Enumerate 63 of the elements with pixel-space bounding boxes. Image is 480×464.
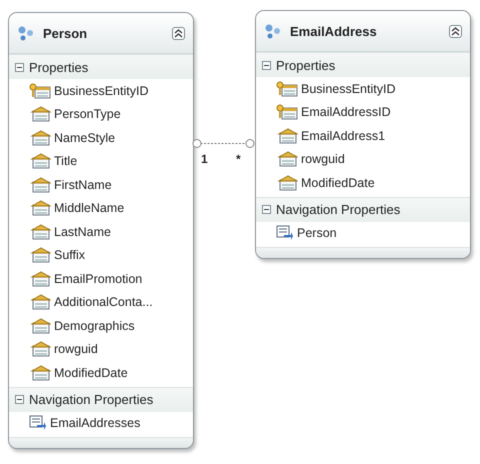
multiplicity-label: 1	[201, 152, 208, 166]
entity-icon	[17, 25, 35, 41]
section-toggle[interactable]	[262, 60, 271, 70]
association-line[interactable]	[192, 138, 256, 149]
entity-icon	[264, 23, 282, 39]
property-icon	[29, 318, 51, 334]
entity-property[interactable]: NameStyle	[54, 130, 116, 145]
entity-property[interactable]: MiddleName	[54, 201, 124, 216]
entity-box[interactable]: EmailAddress Properties BusinessEntityID EmailAddressID EmailAddress1 rowguid ModifiedDate Navigation Properties Person	[255, 10, 471, 259]
entity-property[interactable]: rowguid	[54, 342, 98, 356]
property-icon	[276, 128, 298, 144]
navigation-property-icon	[29, 415, 47, 432]
entity-property[interactable]: EmailAddress1	[301, 128, 386, 143]
minus-icon	[16, 396, 23, 403]
entity-box[interactable]	[8, 12, 194, 449]
section-toggle[interactable]	[15, 395, 24, 404]
entity-property[interactable]: BusinessEntityID	[301, 82, 396, 96]
property-icon	[29, 224, 51, 240]
entity-property[interactable]: EmailAddressID	[301, 105, 391, 120]
entity-property[interactable]: ModifiedDate	[301, 176, 375, 190]
entity-property[interactable]: Demographics	[54, 318, 135, 333]
property-icon	[276, 151, 298, 168]
entity-title: Person	[43, 26, 88, 40]
multiplicity-label: *	[236, 152, 241, 166]
entity-property[interactable]: rowguid	[301, 152, 345, 166]
entity-property[interactable]: LastName	[54, 224, 111, 239]
key-property-icon	[276, 80, 298, 97]
key-property-icon	[276, 104, 298, 120]
double-chevron-up-icon	[174, 28, 183, 38]
property-icon	[29, 153, 51, 170]
section-title: Navigation Properties	[29, 392, 154, 407]
section-title: Properties	[29, 60, 88, 74]
property-icon	[29, 341, 51, 358]
property-icon	[29, 130, 51, 146]
section-toggle[interactable]	[15, 62, 24, 72]
navigation-property[interactable]: EmailAddresses	[50, 416, 140, 430]
entity-property[interactable]: Title	[54, 154, 78, 168]
navigation-property-icon	[276, 225, 294, 242]
collapse-button[interactable]	[449, 24, 462, 38]
entity-property[interactable]: BusinessEntityID	[54, 84, 148, 98]
entity-title: EmailAddress	[290, 24, 378, 38]
entity-property[interactable]: PersonType	[54, 107, 121, 122]
section-title: Properties	[276, 58, 336, 72]
property-icon	[276, 174, 298, 191]
section-title: Navigation Properties	[276, 202, 400, 217]
property-icon	[29, 294, 51, 310]
double-chevron-up-icon	[451, 26, 460, 36]
collapse-button[interactable]	[172, 26, 185, 40]
property-icon	[29, 270, 51, 287]
property-icon	[29, 247, 51, 264]
property-icon	[29, 364, 51, 381]
key-property-icon	[29, 82, 51, 99]
entity-property[interactable]: Suffix	[54, 248, 86, 262]
entity-property[interactable]: AdditionalConta...	[54, 295, 153, 310]
navigation-property[interactable]: Person	[297, 226, 337, 240]
minus-icon	[263, 206, 270, 213]
entity-property[interactable]: ModifiedDate	[54, 366, 128, 380]
property-icon	[29, 106, 51, 122]
property-icon	[29, 176, 51, 193]
entity-property[interactable]: EmailPromotion	[54, 272, 142, 286]
entity-property[interactable]: FirstName	[54, 178, 112, 192]
section-toggle[interactable]	[262, 205, 271, 214]
property-icon	[29, 200, 51, 216]
